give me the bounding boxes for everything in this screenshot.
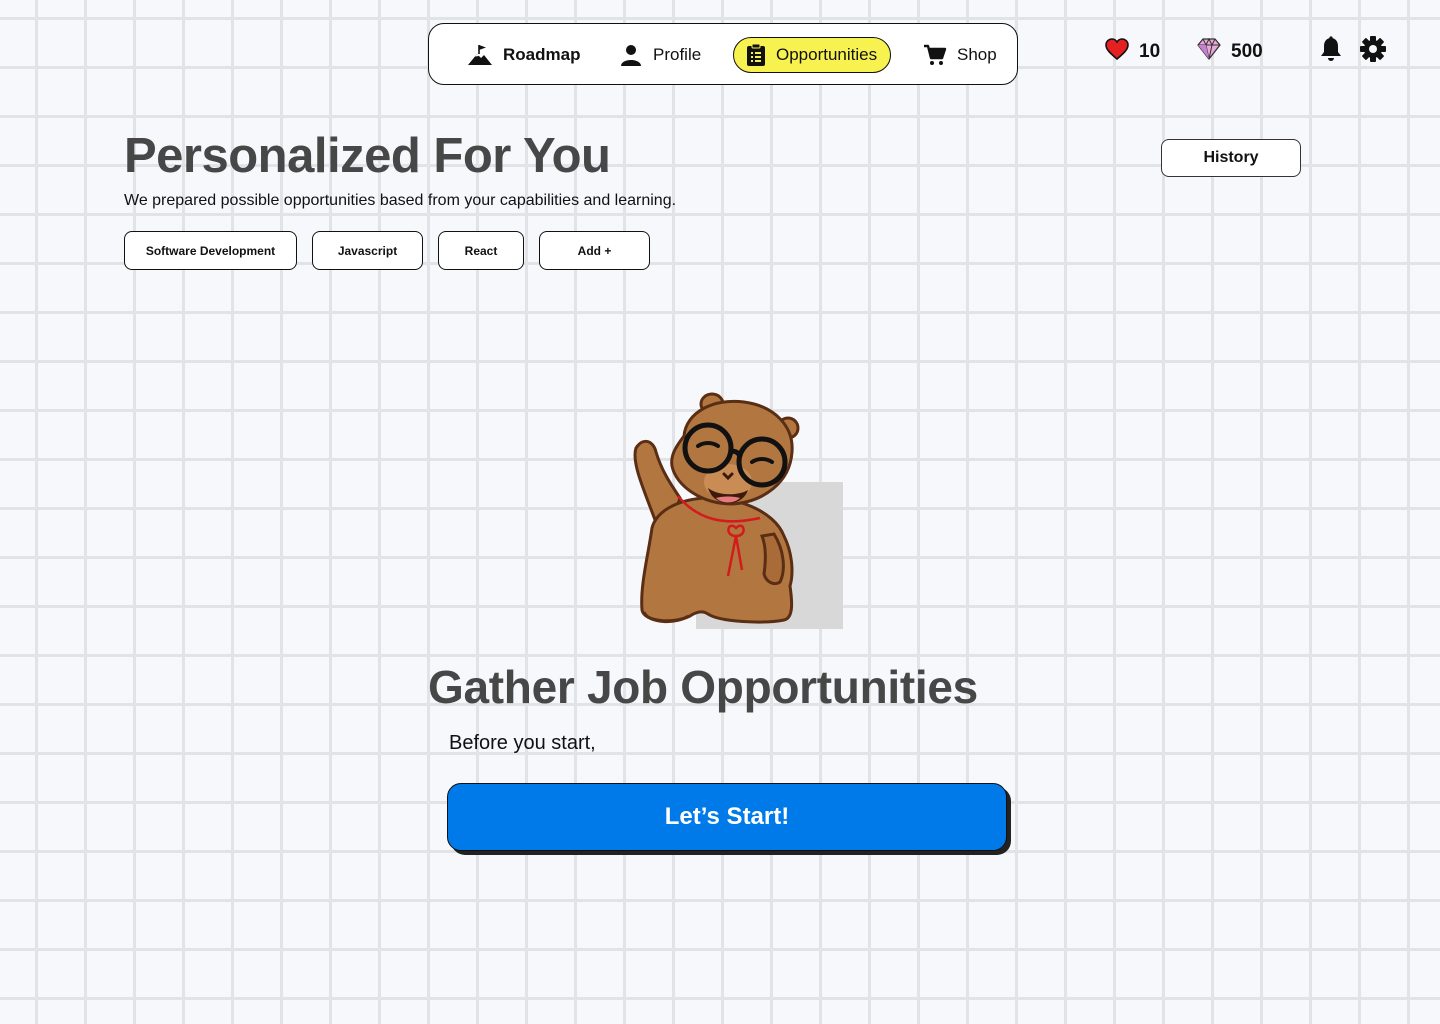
nav-item-opportunities[interactable]: Opportunities (733, 37, 891, 73)
settings-button[interactable] (1358, 35, 1388, 68)
history-button[interactable]: History (1161, 139, 1301, 177)
gear-icon (1359, 35, 1387, 68)
cart-icon (923, 43, 947, 67)
page-subtitle: We prepared possible opportunities based… (124, 192, 677, 209)
notification-button[interactable] (1316, 35, 1346, 67)
main-subtitle: Before you start, (449, 732, 596, 754)
nav-item-shop[interactable]: Shop (923, 37, 997, 73)
nav-label-roadmap: Roadmap (503, 45, 581, 64)
nav-item-profile[interactable]: Profile (619, 37, 701, 73)
gem-icon (1197, 37, 1221, 66)
heart-icon (1105, 38, 1129, 66)
chip-react[interactable]: React (438, 231, 524, 270)
chip-javascript[interactable]: Javascript (312, 231, 423, 270)
clipboard-list-icon (746, 43, 766, 67)
bell-icon (1319, 35, 1343, 67)
nav-label-opportunities: Opportunities (776, 45, 878, 64)
nav-label-profile: Profile (653, 45, 702, 64)
mountain-flag-icon (467, 43, 493, 67)
chip-software-development[interactable]: Software Development (124, 231, 297, 270)
nav-item-roadmap[interactable]: Roadmap (467, 37, 580, 73)
nav-label-shop: Shop (957, 45, 997, 64)
person-icon (619, 43, 643, 67)
hearts-counter: 10 (1105, 37, 1160, 67)
page-title: Personalized For You (124, 129, 611, 183)
top-nav: Roadmap Profile Opportunities Shop (428, 23, 1018, 85)
gems-counter: 500 (1197, 37, 1263, 67)
bear-mascot-illustration (624, 386, 844, 630)
add-chip-button[interactable]: Add + (539, 231, 650, 270)
main-title: Gather Job Opportunities (428, 661, 978, 713)
start-button[interactable]: Let’s Start! (447, 783, 1007, 851)
hearts-count: 10 (1139, 41, 1161, 62)
gems-count: 500 (1231, 41, 1263, 62)
